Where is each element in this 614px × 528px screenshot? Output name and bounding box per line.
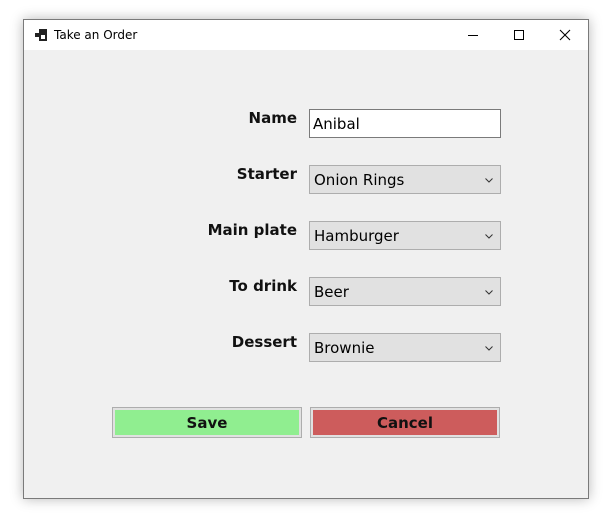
app-window-icon [35,29,47,41]
chevron-down-icon [485,234,493,239]
cancel-button[interactable]: Cancel [310,407,500,438]
starter-select[interactable]: Onion Rings [309,165,501,194]
window-title: Take an Order [54,28,138,42]
main-plate-selected-value: Hamburger [314,227,399,245]
minimize-button[interactable] [450,20,496,50]
title-bar[interactable]: Take an Order [24,20,588,50]
to-drink-select[interactable]: Beer [309,277,501,306]
close-button[interactable] [542,20,588,50]
name-input[interactable] [309,109,501,138]
name-label: Name [248,109,297,127]
starter-label: Starter [236,165,297,183]
main-plate-label: Main plate [207,221,297,239]
dessert-label: Dessert [231,333,297,351]
minimize-icon [468,35,478,36]
cancel-button-label: Cancel [376,413,433,432]
starter-selected-value: Onion Rings [314,171,405,189]
save-button-label: Save [186,413,228,432]
dessert-selected-value: Brownie [314,339,375,357]
maximize-button[interactable] [496,20,542,50]
chevron-down-icon [485,178,493,183]
chevron-down-icon [485,346,493,351]
maximize-icon [514,30,524,40]
close-icon [559,29,571,41]
save-button[interactable]: Save [112,407,302,438]
order-window: Take an Order Name Starter Onion Rings M [23,19,589,499]
main-plate-select[interactable]: Hamburger [309,221,501,250]
chevron-down-icon [485,290,493,295]
dessert-select[interactable]: Brownie [309,333,501,362]
to-drink-label: To drink [229,277,297,295]
to-drink-selected-value: Beer [314,283,349,301]
